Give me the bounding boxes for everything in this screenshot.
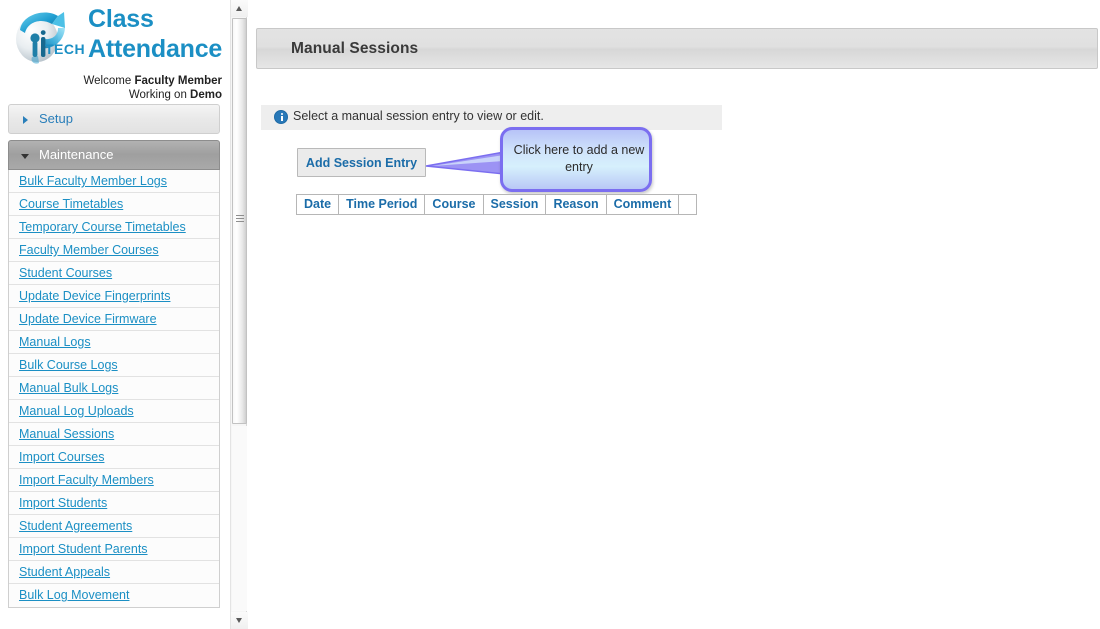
sidebar-item-label: Manual Bulk Logs <box>19 381 119 395</box>
main-content: Manual Sessions Select a manual session … <box>249 0 1100 629</box>
sidebar-item-temporary-course-timetables[interactable]: Temporary Course Timetables <box>9 216 219 239</box>
sidebar-item-bulk-course-logs[interactable]: Bulk Course Logs <box>9 354 219 377</box>
brand-title-line1: Class <box>88 5 154 33</box>
sidebar-item-label: Student Courses <box>19 266 113 280</box>
brand-header: TECH Class Attendance Welcome Faculty Me… <box>0 0 228 104</box>
sidebar-item-label: Update Device Fingerprints <box>19 289 171 303</box>
sidebar-item-student-courses[interactable]: Student Courses <box>9 262 219 285</box>
sidebar-item-label: Faculty Member Courses <box>19 243 159 257</box>
sidebar-section-maintenance[interactable]: Maintenance <box>8 140 220 170</box>
column-header-date[interactable]: Date <box>295 194 340 215</box>
brand-title-line2: Attendance <box>88 35 223 63</box>
page-brand-title: Class Attendance <box>88 4 224 64</box>
sidebar-item-label: Import Students <box>19 496 108 510</box>
column-header-session[interactable]: Session <box>482 194 547 215</box>
sidebar-item-label: Manual Sessions <box>19 427 115 441</box>
sidebar-item-label: Manual Log Uploads <box>19 404 134 418</box>
sidebar-item-import-students[interactable]: Import Students <box>9 492 219 515</box>
sidebar-scrollbar[interactable] <box>230 0 248 629</box>
welcome-text: Welcome Faculty Member Working on Demo <box>6 74 222 102</box>
scroll-up-arrow-icon[interactable] <box>231 0 248 17</box>
sidebar-item-manual-bulk-logs[interactable]: Manual Bulk Logs <box>9 377 219 400</box>
working-target: Demo <box>190 89 222 101</box>
working-prefix: Working on <box>128 89 191 101</box>
info-message-bar: Select a manual session entry to view or… <box>261 105 722 130</box>
manual-sessions-table: Date Time Period Course Session Reason C… <box>295 194 698 215</box>
sidebar-menu-list: Bulk Faculty Member Logs Course Timetabl… <box>8 170 220 608</box>
sidebar-item-label: Update Device Firmware <box>19 312 157 326</box>
working-line: Working on Demo <box>6 88 222 102</box>
sidebar-item-label: Course Timetables <box>19 197 124 211</box>
sidebar-section-setup[interactable]: Setup <box>8 104 220 134</box>
sidebar-item-label: Temporary Course Timetables <box>19 220 186 234</box>
column-header-time-period[interactable]: Time Period <box>338 194 426 215</box>
sidebar-item-label: Bulk Faculty Member Logs <box>19 174 167 188</box>
sidebar-item-student-agreements[interactable]: Student Agreements <box>9 515 219 538</box>
welcome-prefix: Welcome <box>83 75 135 87</box>
chevron-down-icon <box>21 154 29 159</box>
scrollbar-track[interactable] <box>232 426 247 611</box>
page-title: Manual Sessions <box>291 40 419 57</box>
welcome-line: Welcome Faculty Member <box>6 74 222 88</box>
sidebar-item-label: Student Appeals <box>19 565 111 579</box>
column-header-course[interactable]: Course <box>424 194 484 215</box>
sidebar-item-bulk-log-movement[interactable]: Bulk Log Movement <box>9 584 219 607</box>
sidebar-item-faculty-member-courses[interactable]: Faculty Member Courses <box>9 239 219 262</box>
callout-text: Click here to add a new entry <box>513 143 645 174</box>
sidebar-item-course-timetables[interactable]: Course Timetables <box>9 193 219 216</box>
sidebar-item-bulk-faculty-member-logs[interactable]: Bulk Faculty Member Logs <box>9 170 219 193</box>
sidebar-item-label: Bulk Course Logs <box>19 358 118 372</box>
scroll-down-arrow-icon[interactable] <box>231 612 248 629</box>
welcome-user: Faculty Member <box>134 75 222 87</box>
sidebar-item-update-device-fingerprints[interactable]: Update Device Fingerprints <box>9 285 219 308</box>
scrollbar-thumb[interactable] <box>232 18 247 424</box>
sidebar-item-label: Student Agreements <box>19 519 133 533</box>
sidebar-item-import-faculty-members[interactable]: Import Faculty Members <box>9 469 219 492</box>
sidebar-item-label: Import Faculty Members <box>19 473 154 487</box>
svg-text:TECH: TECH <box>45 41 84 57</box>
column-header-actions <box>678 194 698 215</box>
sidebar-item-manual-sessions[interactable]: Manual Sessions <box>9 423 219 446</box>
sidebar-item-update-device-firmware[interactable]: Update Device Firmware <box>9 308 219 331</box>
ip-tech-sphere-logo: TECH <box>8 6 84 72</box>
info-circle-icon <box>274 110 288 124</box>
sidebar: TECH Class Attendance Welcome Faculty Me… <box>0 0 228 629</box>
sidebar-item-student-appeals[interactable]: Student Appeals <box>9 561 219 584</box>
sidebar-item-label: Bulk Log Movement <box>19 588 130 602</box>
callout-pointer <box>425 151 505 175</box>
scroll-grip-icon <box>236 215 244 224</box>
application-window: TECH Class Attendance Welcome Faculty Me… <box>0 0 1100 629</box>
table-header-row: Date Time Period Course Session Reason C… <box>295 194 698 215</box>
sidebar-item-label: Import Courses <box>19 450 105 464</box>
callout-balloon: Click here to add a new entry <box>500 127 652 192</box>
sidebar-item-manual-log-uploads[interactable]: Manual Log Uploads <box>9 400 219 423</box>
sidebar-item-label: Import Student Parents <box>19 542 148 556</box>
chevron-right-icon <box>23 116 28 124</box>
sidebar-item-label: Manual Logs <box>19 335 91 349</box>
info-message-text: Select a manual session entry to view or… <box>293 109 544 123</box>
column-header-comment[interactable]: Comment <box>605 194 680 215</box>
sidebar-item-manual-logs[interactable]: Manual Logs <box>9 331 219 354</box>
add-session-entry-button[interactable]: Add Session Entry <box>297 148 426 177</box>
column-header-reason[interactable]: Reason <box>545 194 607 215</box>
sidebar-item-import-courses[interactable]: Import Courses <box>9 446 219 469</box>
sidebar-section-maintenance-label: Maintenance <box>39 147 114 162</box>
page-header-bar: Manual Sessions <box>256 28 1098 69</box>
sidebar-item-import-student-parents[interactable]: Import Student Parents <box>9 538 219 561</box>
sidebar-section-setup-label: Setup <box>39 111 73 126</box>
